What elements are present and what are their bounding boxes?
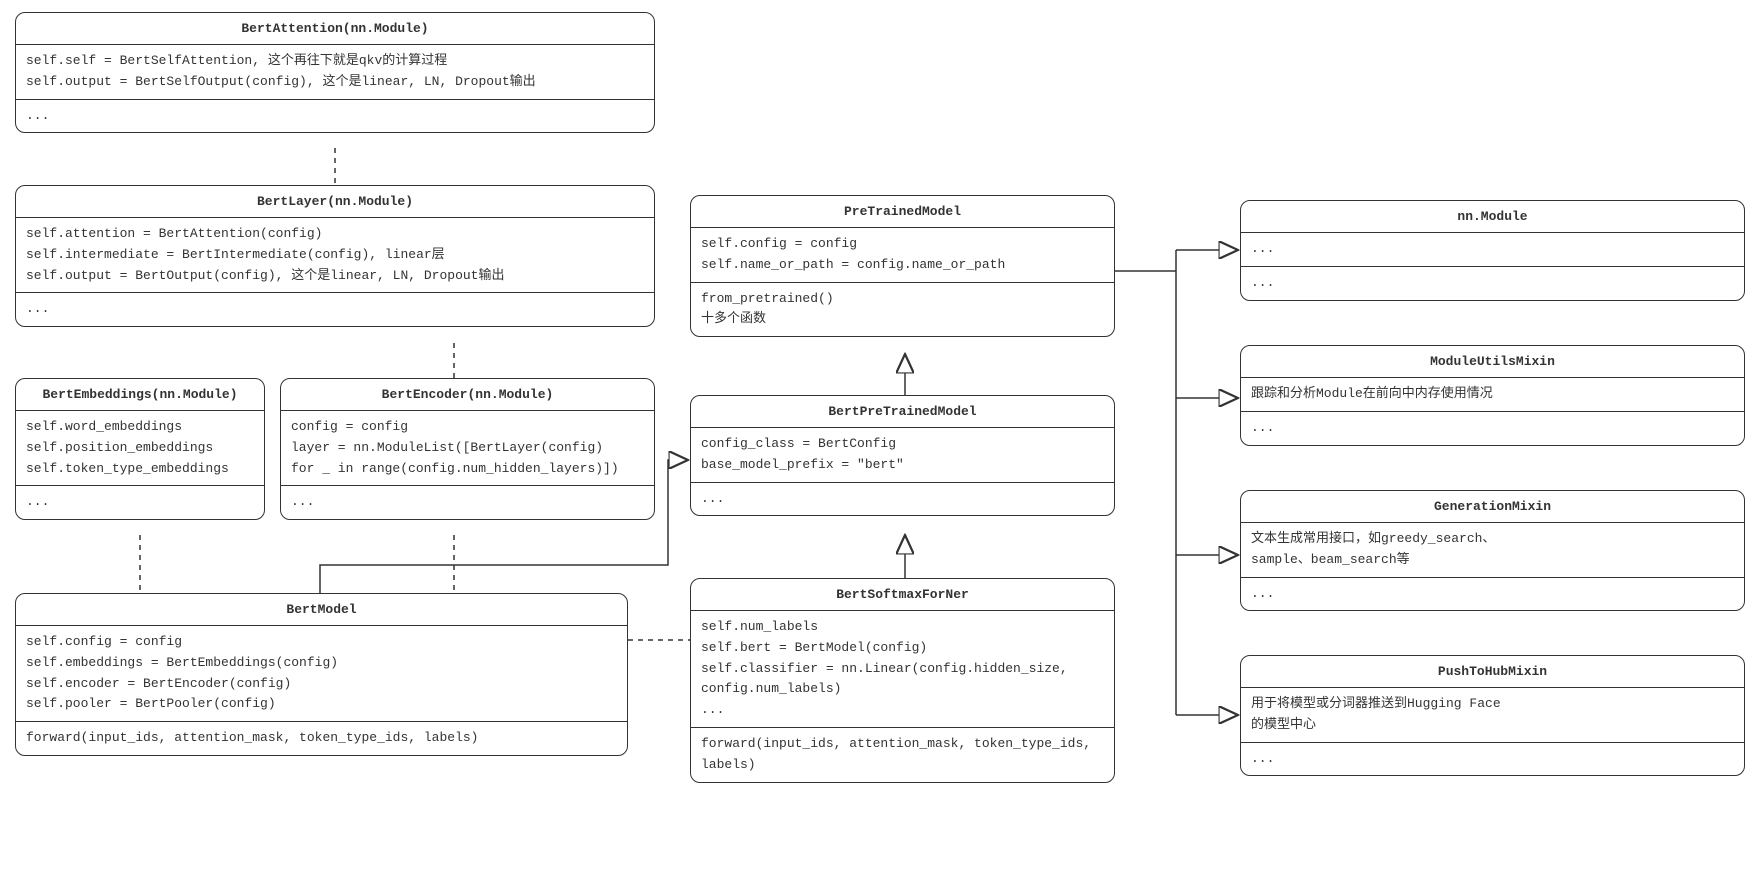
class-attrs: 用于将模型或分词器推送到Hugging Face 的模型中心 [1241, 688, 1744, 743]
class-attrs: self.word_embeddings self.position_embed… [16, 411, 264, 486]
class-pretrained-model: PreTrainedModel self.config = config sel… [690, 195, 1115, 337]
class-title: BertEmbeddings(nn.Module) [16, 379, 264, 411]
class-attrs: config = config layer = nn.ModuleList([B… [281, 411, 654, 486]
class-attrs: 文本生成常用接口，如greedy_search、 sample、beam_sea… [1241, 523, 1744, 578]
class-bert-layer: BertLayer(nn.Module) self.attention = Be… [15, 185, 655, 327]
class-methods: ... [691, 483, 1114, 516]
class-bert-softmax-for-ner: BertSoftmaxForNer self.num_labels self.b… [690, 578, 1115, 783]
class-title: BertSoftmaxForNer [691, 579, 1114, 611]
class-push-to-hub-mixin: PushToHubMixin 用于将模型或分词器推送到Hugging Face … [1240, 655, 1745, 776]
class-title: BertAttention(nn.Module) [16, 13, 654, 45]
class-bert-encoder: BertEncoder(nn.Module) config = config l… [280, 378, 655, 520]
class-methods: forward(input_ids, attention_mask, token… [16, 722, 627, 755]
class-methods: forward(input_ids, attention_mask, token… [691, 728, 1114, 782]
class-bert-pretrained-model: BertPreTrainedModel config_class = BertC… [690, 395, 1115, 516]
class-title: PushToHubMixin [1241, 656, 1744, 688]
class-title: GenerationMixin [1241, 491, 1744, 523]
class-generation-mixin: GenerationMixin 文本生成常用接口，如greedy_search、… [1240, 490, 1745, 611]
class-bert-embeddings: BertEmbeddings(nn.Module) self.word_embe… [15, 378, 265, 520]
class-attrs: self.self = BertSelfAttention, 这个再往下就是qk… [16, 45, 654, 100]
class-methods: ... [1241, 743, 1744, 776]
class-methods: ... [1241, 267, 1744, 300]
class-title: nn.Module [1241, 201, 1744, 233]
class-bert-attention: BertAttention(nn.Module) self.self = Ber… [15, 12, 655, 133]
class-title: BertEncoder(nn.Module) [281, 379, 654, 411]
class-title: BertModel [16, 594, 627, 626]
class-methods: ... [281, 486, 654, 519]
class-methods: ... [1241, 412, 1744, 445]
class-title: PreTrainedModel [691, 196, 1114, 228]
class-methods: ... [16, 100, 654, 133]
class-methods: from_pretrained() 十多个函数 [691, 283, 1114, 337]
class-title: ModuleUtilsMixin [1241, 346, 1744, 378]
class-attrs: config_class = BertConfig base_model_pre… [691, 428, 1114, 483]
class-attrs: ... [1241, 233, 1744, 267]
class-methods: ... [16, 486, 264, 519]
class-attrs: self.config = config self.embeddings = B… [16, 626, 627, 722]
class-title: BertPreTrainedModel [691, 396, 1114, 428]
class-module-utils-mixin: ModuleUtilsMixin 跟踪和分析Module在前向中内存使用情况 .… [1240, 345, 1745, 446]
class-title: BertLayer(nn.Module) [16, 186, 654, 218]
class-bert-model: BertModel self.config = config self.embe… [15, 593, 628, 756]
class-methods: ... [1241, 578, 1744, 611]
class-attrs: self.attention = BertAttention(config) s… [16, 218, 654, 293]
class-nn-module: nn.Module ... ... [1240, 200, 1745, 301]
class-attrs: 跟踪和分析Module在前向中内存使用情况 [1241, 378, 1744, 412]
class-attrs: self.num_labels self.bert = BertModel(co… [691, 611, 1114, 728]
class-methods: ... [16, 293, 654, 326]
class-attrs: self.config = config self.name_or_path =… [691, 228, 1114, 283]
